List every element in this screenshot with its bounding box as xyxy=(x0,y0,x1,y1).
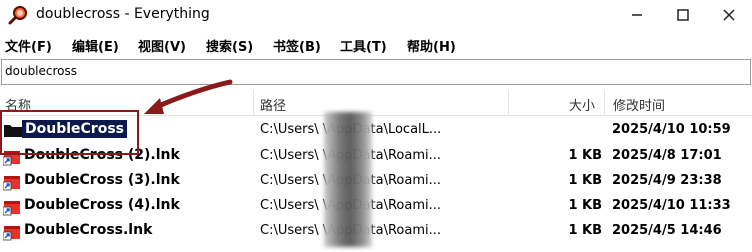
menu-edit[interactable]: 编辑(E) xyxy=(72,36,119,55)
search-input[interactable] xyxy=(5,64,705,78)
window-title: doublecross - Everything xyxy=(36,6,210,22)
maximize-button[interactable] xyxy=(660,0,706,30)
column-path-header[interactable]: 路径 xyxy=(260,95,286,114)
title-bar: doublecross - Everything xyxy=(0,0,752,30)
menu-search[interactable]: 搜索(S) xyxy=(206,36,253,55)
highlight-box xyxy=(0,110,139,155)
shortcut-icon xyxy=(3,226,20,241)
shortcut-icon xyxy=(3,201,20,216)
row-name: DoubleCross (4).lnk xyxy=(24,197,180,213)
row-modified: 2025/4/10 11:33 xyxy=(612,198,731,213)
annotation-arrow-icon xyxy=(144,79,233,114)
column-divider[interactable] xyxy=(253,90,254,116)
redacted-username xyxy=(324,112,372,247)
menu-bar: 文件(F) 编辑(E) 视图(V) 搜索(S) 书签(B) 工具(T) 帮助(H… xyxy=(0,33,752,55)
row-size: 1 KB xyxy=(568,198,602,213)
row-modified: 2025/4/9 23:38 xyxy=(612,173,722,188)
row-name: DoubleCross.lnk xyxy=(24,222,153,238)
table-row[interactable]: DoubleCross (4).lnk C:\Users\ \AppData\R… xyxy=(0,194,752,219)
search-box[interactable] xyxy=(1,59,751,85)
menu-view[interactable]: 视图(V) xyxy=(138,36,186,55)
row-name: DoubleCross (3).lnk xyxy=(24,172,180,188)
row-modified: 2025/4/5 14:46 xyxy=(612,223,722,238)
menu-bookmarks[interactable]: 书签(B) xyxy=(273,36,321,55)
menu-help[interactable]: 帮助(H) xyxy=(407,36,456,55)
column-size-header[interactable]: 大小 xyxy=(569,95,595,114)
everything-magnifier-icon xyxy=(8,6,27,25)
table-row[interactable]: DoubleCross (3).lnk C:\Users\ \AppData\R… xyxy=(0,169,752,194)
row-modified: 2025/4/10 10:59 xyxy=(612,122,731,137)
menu-tools[interactable]: 工具(T) xyxy=(340,36,387,55)
shortcut-icon xyxy=(3,176,20,191)
menu-file[interactable]: 文件(F) xyxy=(5,36,52,55)
row-size: 1 KB xyxy=(568,173,602,188)
close-icon xyxy=(723,9,735,21)
column-modified-header[interactable]: 修改时间 xyxy=(613,95,665,114)
row-size: 1 KB xyxy=(568,148,602,163)
close-button[interactable] xyxy=(706,0,752,30)
row-modified: 2025/4/8 17:01 xyxy=(612,148,722,163)
minimize-button[interactable] xyxy=(614,0,660,30)
row-size: 1 KB xyxy=(568,223,602,238)
minimize-icon xyxy=(632,14,642,16)
column-divider[interactable] xyxy=(508,90,509,116)
maximize-icon xyxy=(677,9,689,21)
table-row[interactable]: DoubleCross.lnk C:\Users\ \AppData\Roami… xyxy=(0,219,752,244)
column-divider[interactable] xyxy=(604,90,605,116)
